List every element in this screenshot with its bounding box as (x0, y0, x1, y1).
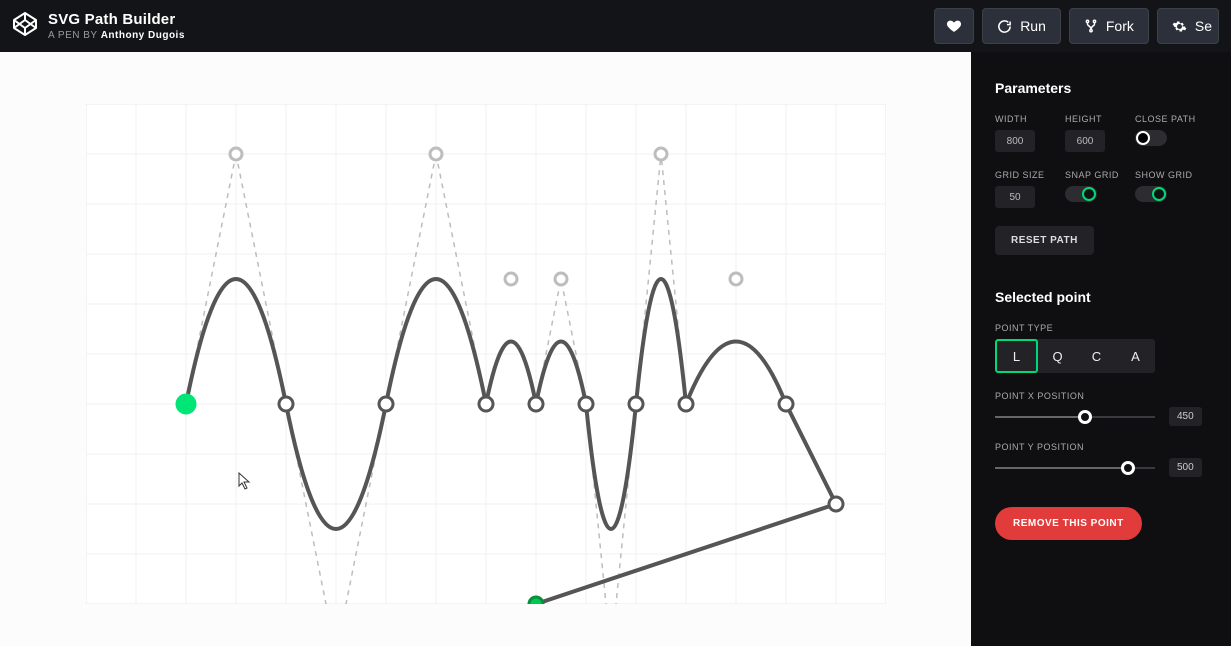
canvas-stage (0, 52, 971, 646)
gear-icon (1172, 19, 1187, 34)
snap-grid-label: SNAP GRID (1065, 170, 1135, 180)
fork-icon (1084, 19, 1098, 33)
run-label: Run (1020, 18, 1046, 34)
top-bar: SVG Path Builder A PEN BY Anthony Dugois… (0, 0, 1231, 52)
svg-canvas[interactable] (86, 104, 886, 604)
point-type-A[interactable]: A (1116, 339, 1155, 373)
point-x-value: 450 (1169, 407, 1202, 426)
codepen-logo-icon (12, 11, 38, 42)
point-y-label: POINT Y POSITION (995, 442, 1207, 452)
logo-block: SVG Path Builder A PEN BY Anthony Dugois (12, 11, 185, 42)
fork-button[interactable]: Fork (1069, 8, 1149, 44)
width-input[interactable]: 800 (995, 130, 1035, 152)
selected-point-heading: Selected point (995, 289, 1207, 305)
pen-subtitle: A PEN BY Anthony Dugois (48, 30, 185, 41)
settings-button[interactable]: Se (1157, 8, 1219, 44)
show-grid-toggle[interactable] (1135, 186, 1167, 202)
point-x-slider[interactable] (995, 410, 1155, 424)
point-type-Q[interactable]: Q (1038, 339, 1077, 373)
settings-label: Se (1195, 18, 1212, 34)
show-grid-label: SHOW GRID (1135, 170, 1225, 180)
point-type-label: POINT TYPE (995, 323, 1207, 333)
grid-size-label: GRID SIZE (995, 170, 1065, 180)
heart-icon (946, 18, 962, 34)
fork-label: Fork (1106, 18, 1134, 34)
point-type-C[interactable]: C (1077, 339, 1116, 373)
pen-title: SVG Path Builder (48, 11, 185, 28)
point-type-group: L Q C A (995, 339, 1155, 373)
height-input[interactable]: 600 (1065, 130, 1105, 152)
top-actions: Run Fork Se (934, 8, 1219, 44)
point-type-L[interactable]: L (995, 339, 1038, 373)
pen-subtitle-prefix: A PEN BY (48, 30, 101, 41)
run-icon (997, 19, 1012, 34)
snap-grid-toggle[interactable] (1065, 186, 1097, 202)
height-label: HEIGHT (1065, 114, 1135, 124)
close-path-toggle[interactable] (1135, 130, 1167, 146)
width-label: WIDTH (995, 114, 1065, 124)
remove-point-button[interactable]: REMOVE THIS POINT (995, 507, 1142, 540)
point-y-slider[interactable] (995, 461, 1155, 475)
love-button[interactable] (934, 8, 974, 44)
close-path-label: CLOSE PATH (1135, 114, 1225, 124)
point-x-label: POINT X POSITION (995, 391, 1207, 401)
reset-path-button[interactable]: RESET PATH (995, 226, 1094, 255)
pen-author[interactable]: Anthony Dugois (101, 30, 185, 41)
side-panel: Parameters WIDTH 800 HEIGHT 600 CLOSE PA… (971, 52, 1231, 646)
run-button[interactable]: Run (982, 8, 1061, 44)
parameters-heading: Parameters (995, 80, 1207, 96)
point-y-value: 500 (1169, 458, 1202, 477)
grid-size-input[interactable]: 50 (995, 186, 1035, 208)
